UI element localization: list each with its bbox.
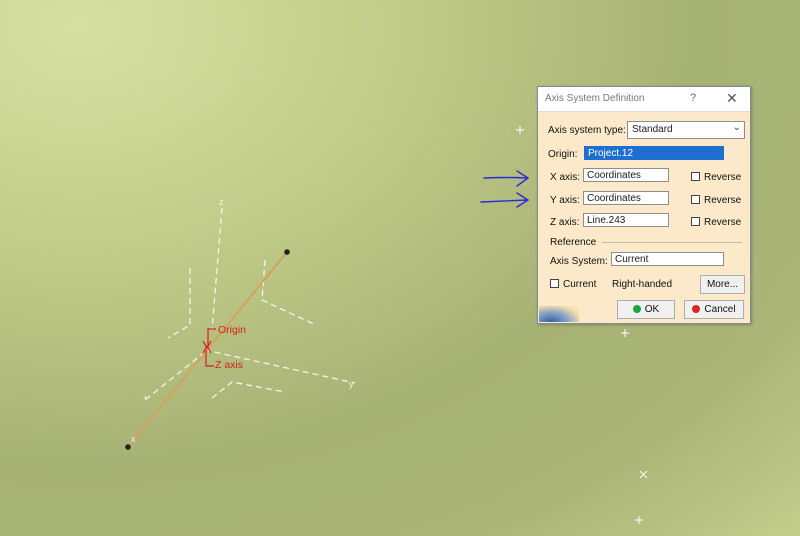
x-axis-reverse-checkbox[interactable] [691,172,700,181]
handedness-label: Right-handed [612,279,673,290]
y-axis-reverse-checkbox[interactable] [691,195,700,204]
axis-system-definition-dialog: Axis System Definition ? ✕ Axis system t… [537,86,751,324]
cancel-status-icon [692,305,701,313]
more-button[interactable]: More... [700,275,745,294]
x-axis-reverse-label: Reverse [704,172,742,183]
reference-divider [602,242,742,243]
dialog-title: Axis System Definition [545,93,645,104]
cancel-button[interactable]: Cancel [684,300,744,319]
line-endpoint-bottom[interactable] [125,444,131,450]
reference-section-label: Reference [550,237,597,248]
current-checkbox[interactable] [550,279,559,288]
axis-system-type-select[interactable]: Standard ⌄ [627,121,745,139]
origin-field-label: Origin: [548,149,578,160]
catia-logo-icon [539,306,579,322]
axis-tick-mark: + [143,393,148,403]
origin-label: Origin [218,324,246,336]
y-axis-label: Y axis: [550,195,580,206]
annotation-arrows [480,170,530,208]
z-axis-label: Z axis: [550,217,580,228]
axis-system-type-label: Axis system type: [548,125,626,136]
axis-letter-y: y [349,379,354,389]
dialog-titlebar[interactable]: Axis System Definition ? ✕ [538,87,750,112]
chevron-down-icon[interactable]: ⌄ [733,122,741,133]
arrow-to-y-axis [480,192,530,208]
origin-field[interactable]: Project.12 [584,146,724,160]
axis-system-type-value: Standard [632,124,673,135]
y-axis-reverse-label: Reverse [704,195,742,206]
line-endpoint-top[interactable] [284,249,290,255]
x-axis-field[interactable]: Coordinates [583,168,669,182]
help-icon[interactable]: ? [690,92,696,104]
axis-letter-x: x [131,434,136,444]
y-axis-field[interactable]: Coordinates [583,191,669,205]
z-axis-reverse-label: Reverse [704,217,742,228]
z-axis-reverse-checkbox[interactable] [691,217,700,226]
x-axis-label: X axis: [550,172,581,183]
z-axis-label: Z axis [215,359,243,371]
axis-letter-z: z [219,197,224,207]
arrow-to-x-axis [483,170,530,187]
cancel-button-label: Cancel [704,304,736,315]
ok-button-label: OK [644,304,660,315]
axis-system-reference-label: Axis System: [550,256,608,267]
ok-button[interactable]: OK [617,300,675,319]
axis-system-dashed [144,207,356,401]
z-axis-field[interactable]: Line.243 [583,213,669,227]
current-checkbox-label: Current [563,279,597,290]
close-icon[interactable]: ✕ [726,90,738,107]
z-axis-line[interactable] [127,251,288,448]
ok-status-icon [632,305,641,313]
axis-system-reference-field[interactable]: Current [611,252,724,266]
